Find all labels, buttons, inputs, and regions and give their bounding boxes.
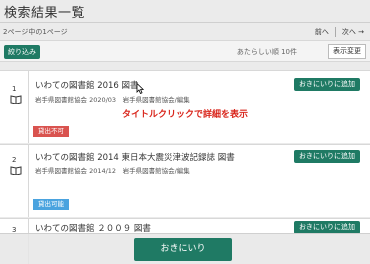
prev-page-link[interactable]: 前へ: [315, 27, 329, 37]
result-item: 2 いわての図書館 2014 東日本大震災津波記録誌 図書 岩手県図書館協会 2…: [0, 144, 370, 217]
filter-button[interactable]: 絞り込み: [4, 45, 40, 59]
page-title: 検索結果一覧: [4, 6, 86, 21]
result-meta: 岩手県図書館協会 2014/12 岩手県図書館協会/編集: [35, 167, 190, 175]
next-page-link[interactable]: 次へ →: [342, 27, 364, 37]
result-title-link[interactable]: いわての図書館 2016 図書: [35, 79, 139, 91]
results-toolbar: 絞り込み あたらしい順 10件 表示変更: [0, 40, 370, 62]
result-divider: [28, 71, 29, 143]
result-meta: 岩手県図書館協会 2020/03 岩手県図書館協会/編集: [35, 96, 190, 104]
display-change-button[interactable]: 表示変更: [328, 44, 366, 59]
pager-divider: [334, 27, 336, 37]
favorites-button[interactable]: おきにいり: [134, 238, 232, 261]
book-icon: [10, 166, 22, 175]
page-info: 2ページ中の1ページ: [3, 28, 68, 36]
hint-annotation: タイトルクリックで詳細を表示: [122, 110, 249, 120]
bottom-bar: おきにいり: [0, 233, 370, 264]
add-favorite-button[interactable]: おきにいりに追加: [294, 78, 360, 91]
pager: 前へ 次へ →: [315, 27, 364, 37]
status-badge: 貸出不可: [33, 126, 69, 137]
status-badge: 貸出可能: [33, 199, 69, 210]
result-divider: [28, 145, 29, 217]
sort-order-label[interactable]: あたらしい順 10件: [237, 47, 297, 57]
mouse-cursor-icon: [136, 83, 144, 94]
result-number: 1: [12, 85, 17, 93]
add-favorite-button[interactable]: おきにいりに追加: [294, 150, 360, 163]
title-divider: [0, 22, 370, 23]
result-title-link[interactable]: いわての図書館 2014 東日本大震災津波記録誌 図書: [35, 151, 235, 163]
result-number: 2: [12, 156, 17, 164]
book-icon: [10, 95, 22, 104]
